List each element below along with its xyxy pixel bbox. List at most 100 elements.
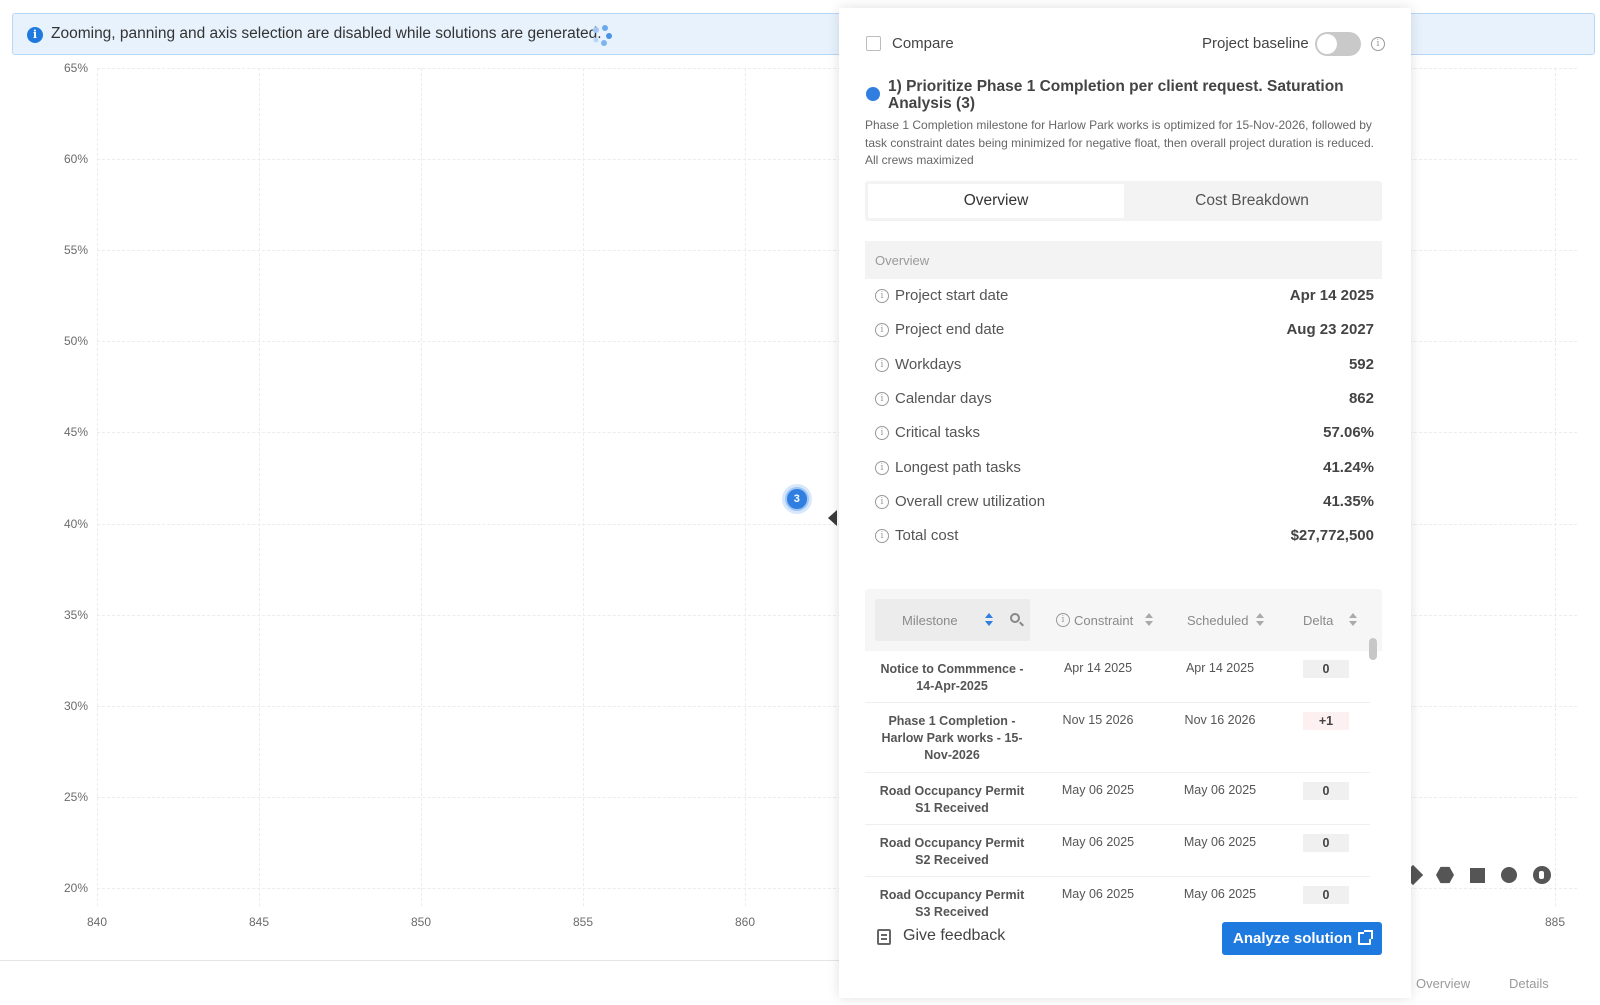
popover-pointer-icon	[828, 510, 837, 526]
external-link-icon	[1358, 930, 1373, 945]
overview-card: Overview i Project start date Apr 14 2025 i…	[865, 241, 1382, 559]
y-tick-label: 45%	[63, 425, 88, 440]
info-icon[interactable]: i	[875, 426, 889, 441]
milestone-row[interactable]: Road Occupancy Permit S1 Received May 06 …	[865, 773, 1370, 825]
baseline-info-icon[interactable]: i	[1371, 37, 1385, 51]
overview-row: i Calendar days 862	[865, 382, 1382, 416]
info-icon[interactable]: i	[875, 289, 889, 303]
y-tick-label: 55%	[63, 243, 88, 258]
tab-overview[interactable]: Overview	[868, 184, 1124, 218]
overview-label: Total cost	[895, 527, 959, 545]
milestone-row[interactable]: Road Occupancy Permit S2 Received May 06 …	[865, 825, 1370, 877]
x-tick-label: 855	[572, 915, 594, 929]
x-tick-label: 885	[1544, 915, 1566, 929]
overview-label: Workdays	[895, 355, 962, 373]
x-tick-label: 845	[248, 915, 270, 929]
x-tick-label: 840	[86, 915, 108, 929]
info-icon[interactable]: i	[875, 529, 889, 544]
hexagon-shape-icon[interactable]	[1436, 866, 1454, 884]
constraint-column-header[interactable]: Constraint	[1074, 613, 1133, 628]
constraint-sort-icon[interactable]	[1144, 611, 1154, 629]
bottom-tab-details[interactable]: Details	[1509, 976, 1549, 991]
y-tick-label: 40%	[63, 516, 88, 531]
project-baseline-label: Project baseline	[1202, 35, 1309, 52]
overview-heading: Overview	[865, 241, 1382, 279]
delta-sort-icon[interactable]	[1348, 611, 1358, 629]
bottom-tab-overview[interactable]: Overview	[1416, 976, 1470, 991]
circle-shape-icon[interactable]	[1501, 867, 1517, 883]
x-tick-label: 860	[734, 915, 756, 929]
vertical-gridline	[745, 68, 746, 906]
toggle-knob	[1317, 34, 1337, 54]
vertical-gridline	[97, 68, 98, 906]
analyze-solution-label: Analyze solution	[1233, 930, 1353, 947]
vertical-gridline	[583, 68, 584, 906]
scheduled-sort-icon[interactable]	[1255, 611, 1265, 629]
info-icon[interactable]: i	[875, 494, 889, 509]
vertical-gridline	[421, 68, 422, 906]
milestone-delta-badge: 0	[1303, 834, 1349, 852]
overview-row: i Overall crew utilization 41.35%	[865, 485, 1382, 519]
milestone-delta-badge: 0	[1303, 782, 1349, 800]
y-tick-label: 65%	[63, 61, 88, 75]
info-icon: i	[27, 27, 43, 43]
solution-description: Phase 1 Completion milestone for Harlow …	[865, 118, 1374, 167]
overview-value: 57.06%	[1323, 424, 1374, 442]
loading-spinner-icon	[593, 25, 612, 46]
overview-row: i Total cost $27,772,500	[865, 519, 1382, 553]
y-tick-label: 50%	[63, 334, 88, 349]
milestone-row[interactable]: Phase 1 Completion - Harlow Park works -…	[865, 703, 1370, 773]
milestone-row[interactable]: Notice to Commmence - 14-Apr-2025 Apr 14 …	[865, 651, 1370, 703]
compare-checkbox[interactable]	[866, 36, 881, 51]
delta-column-header[interactable]: Delta	[1303, 613, 1333, 628]
tab-cost-breakdown[interactable]: Cost Breakdown	[1124, 184, 1380, 218]
search-icon[interactable]	[1010, 613, 1020, 623]
overview-row: i Longest path tasks 41.24%	[865, 451, 1382, 485]
ring-shape-icon[interactable]	[1533, 866, 1551, 884]
info-icon[interactable]: i	[875, 323, 889, 338]
info-icon[interactable]: i	[875, 357, 889, 372]
overview-label: Critical tasks	[895, 424, 981, 442]
overview-value: 862	[1348, 389, 1374, 407]
solution-point[interactable]: 3	[784, 486, 809, 511]
milestone-sort-icon[interactable]	[984, 611, 994, 629]
milestone-table-header: Milestone i Constraint Scheduled Delta	[865, 589, 1382, 651]
analyze-solution-button[interactable]: Analyze solution	[1222, 922, 1382, 955]
milestone-scheduled: Nov 16 2026	[1184, 713, 1256, 727]
vertical-gridline	[1555, 68, 1556, 906]
overview-row: i Critical tasks 57.06%	[865, 416, 1382, 450]
milestone-scheduled: Apr 14 2025	[1185, 661, 1255, 675]
y-tick-label: 20%	[63, 881, 88, 895]
milestone-name: Notice to Commmence - 14-Apr-2025	[880, 662, 1024, 693]
give-feedback-link[interactable]: Give feedback	[903, 927, 1005, 945]
feedback-icon[interactable]	[877, 929, 891, 945]
milestone-constraint: Apr 14 2025	[1063, 661, 1133, 675]
project-baseline-toggle[interactable]	[1315, 32, 1361, 56]
scheduled-column-header[interactable]: Scheduled	[1187, 613, 1248, 628]
y-tick-label: 30%	[63, 698, 88, 713]
milestone-name: Road Occupancy Permit S2 Received	[879, 836, 1025, 867]
info-icon[interactable]: i	[875, 391, 889, 406]
milestone-scheduled: May 06 2025	[1183, 783, 1257, 797]
y-tick-label: 35%	[63, 607, 88, 622]
constraint-info-icon[interactable]: i	[1056, 613, 1070, 627]
x-tick-label: 850	[410, 915, 432, 929]
overview-label: Project start date	[895, 287, 1009, 304]
overview-value: $27,772,500	[1290, 527, 1374, 545]
milestone-table: Milestone i Constraint Scheduled Delta N…	[865, 589, 1382, 919]
banner-message: Zooming, panning and axis selection are …	[51, 25, 602, 42]
milestone-row[interactable]: Road Occupancy Permit S3 Received May 06 …	[865, 877, 1370, 919]
overview-label: Calendar days	[895, 389, 992, 407]
milestone-constraint: May 06 2025	[1061, 835, 1135, 849]
info-icon[interactable]: i	[875, 460, 889, 475]
square-shape-icon[interactable]	[1470, 868, 1485, 883]
table-scrollbar[interactable]	[1369, 638, 1377, 660]
panel-tabs: Overview Cost Breakdown	[865, 181, 1382, 221]
solution-color-dot	[866, 87, 880, 101]
overview-row: i Workdays 592	[865, 348, 1382, 382]
overview-value: 41.35%	[1323, 492, 1374, 510]
solution-panel: Compare Project baseline i 1) Prioritize…	[839, 8, 1411, 998]
compare-label: Compare	[892, 35, 954, 52]
milestone-column-header[interactable]: Milestone	[902, 613, 958, 628]
milestone-name: Road Occupancy Permit S1 Received	[879, 784, 1025, 815]
